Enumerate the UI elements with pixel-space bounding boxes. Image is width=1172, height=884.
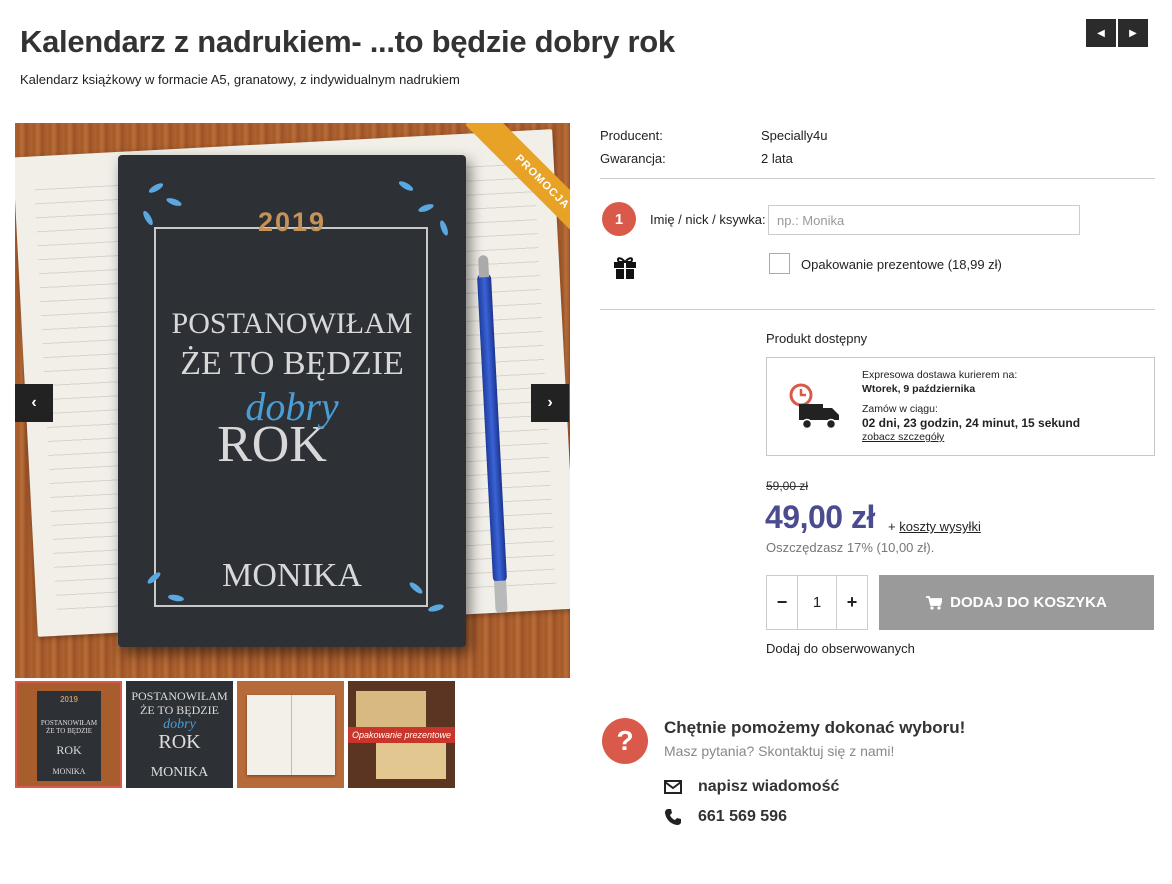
add-to-watchlist-link[interactable]: Dodaj do obserwowanych [766, 641, 915, 656]
prev-product-button[interactable]: ◀ [1086, 19, 1116, 47]
image-next-button[interactable]: › [531, 384, 569, 422]
next-product-button[interactable]: ▶ [1118, 19, 1148, 47]
availability-status: Produkt dostępny [766, 331, 868, 346]
product-title: Kalendarz z nadrukiem- ...to będzie dobr… [20, 24, 675, 59]
calendar-book: 2019 POSTANOWIŁAM ŻE TO BĘDZIE ROK dobry… [118, 155, 466, 647]
thumbnail-1[interactable]: 2019 POSTANOWIŁAM ŻE TO BĘDZIE ROK MONIK… [15, 681, 122, 788]
shipping-info: + koszty wysyłki [888, 519, 981, 534]
name-field-label: Imię / nick / ksywka: [650, 212, 766, 227]
delivery-box: Expresowa dostawa kurierem na: Wtorek, 9… [766, 357, 1155, 456]
divider [600, 309, 1155, 310]
question-icon: ? [602, 718, 648, 764]
thumbnail-3[interactable] [237, 681, 344, 788]
book-line-3: dobry [245, 384, 339, 429]
delivery-intro: Expresowa dostawa kurierem na: [862, 369, 1018, 381]
book-year: 2019 [257, 207, 327, 237]
product-nav: ◀ ▶ [1086, 19, 1148, 47]
chevron-left-icon: ◀ [1097, 27, 1105, 39]
add-to-cart-label: DODAJ DO KOSZYKA [950, 594, 1107, 611]
thumbnail-4[interactable]: Opakowanie prezentowe [348, 681, 455, 788]
shipping-cost-link[interactable]: koszty wysyłki [899, 519, 981, 534]
increase-quantity-button[interactable]: + [837, 576, 867, 629]
chevron-left-icon: ‹ [31, 394, 37, 411]
divider [600, 178, 1155, 179]
gift-wrap-checkbox[interactable] [769, 253, 790, 274]
phone-icon [664, 808, 698, 826]
quantity-input[interactable]: 1 [797, 576, 837, 629]
decrease-quantity-button[interactable]: − [767, 576, 797, 629]
phone-contact-link[interactable]: 661 569 596 [664, 808, 787, 826]
help-subtitle: Masz pytania? Skontaktuj się z nami! [664, 743, 895, 759]
product-main-image[interactable]: 2019 POSTANOWIŁAM ŻE TO BĘDZIE ROK dobry… [15, 123, 570, 678]
current-price: 49,00 zł [765, 499, 875, 535]
gift-wrap-label[interactable]: Opakowanie prezentowe (18,99 zł) [801, 257, 1002, 272]
thumbnail-strip: 2019 POSTANOWIŁAM ŻE TO BĘDZIE ROK MONIK… [15, 681, 459, 788]
help-title: Chętnie pomożemy dokonać wyboru! [664, 718, 966, 737]
image-prev-button[interactable]: ‹ [15, 384, 53, 422]
delivery-date: Wtorek, 9 października [862, 383, 976, 395]
order-within-label: Zamów w ciągu: [862, 403, 938, 415]
quantity-stepper: − 1 + [766, 575, 868, 630]
old-price: 59,00 zł [766, 479, 809, 493]
spec-row: Producent: Specially4u [600, 128, 828, 143]
product-specs: Producent: Specially4u Gwarancja: 2 lata [600, 124, 828, 170]
savings-text: Oszczędzasz 17% (10,00 zł). [766, 540, 935, 555]
spec-row: Gwarancja: 2 lata [600, 151, 793, 166]
step-number-badge: 1 [602, 202, 636, 236]
add-to-cart-button[interactable]: DODAJ DO KOSZYKA [879, 575, 1154, 630]
cart-icon [926, 595, 943, 610]
book-line-2: ŻE TO BĘDZIE [180, 345, 404, 382]
envelope-icon [664, 780, 698, 794]
delivery-truck-icon [787, 382, 843, 437]
chevron-right-icon: › [547, 394, 553, 411]
delivery-details-link[interactable]: zobacz szczegóły [862, 431, 944, 443]
chevron-right-icon: ▶ [1129, 27, 1137, 39]
thumbnail-2[interactable]: POSTANOWIŁAM ŻE TO BĘDZIE dobry ROK MONI… [126, 681, 233, 788]
gift-icon [612, 254, 638, 285]
book-name: MONIKA [222, 557, 362, 594]
name-input[interactable] [768, 205, 1080, 235]
product-subtitle: Kalendarz książkowy w formacie A5, grana… [20, 72, 460, 87]
book-line-1: POSTANOWIŁAM [171, 307, 413, 340]
delivery-countdown: 02 dni, 23 godzin, 24 minut, 15 sekund [862, 416, 1081, 430]
email-contact-link[interactable]: napisz wiadomość [664, 778, 839, 796]
